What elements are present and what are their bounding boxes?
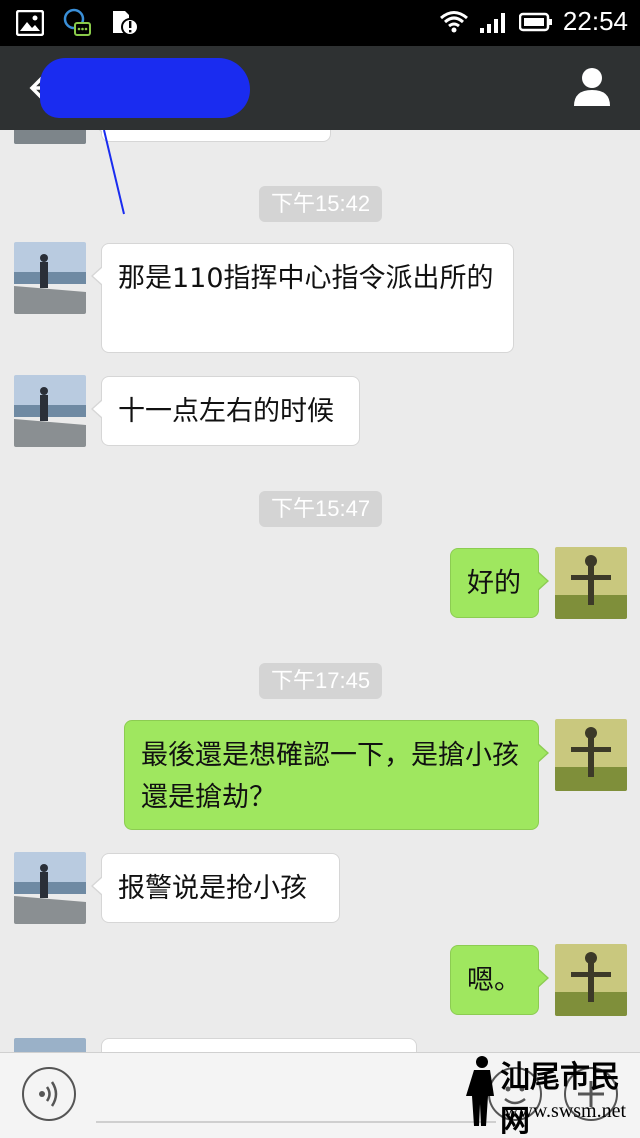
contact-avatar[interactable] bbox=[14, 242, 86, 314]
image-notification-icon bbox=[16, 10, 44, 36]
contact-avatar[interactable] bbox=[14, 852, 86, 924]
contact-avatar[interactable] bbox=[14, 1038, 86, 1052]
my-avatar[interactable] bbox=[555, 719, 627, 791]
chat-header bbox=[0, 46, 640, 130]
message-bubble-partial[interactable] bbox=[101, 1038, 417, 1052]
incoming-message[interactable]: 报警说是抢小孩 bbox=[91, 853, 340, 923]
timestamp: 下午17:45 bbox=[259, 663, 383, 699]
watermark-text: 汕尾市民网 bbox=[500, 1060, 620, 1138]
person-icon[interactable] bbox=[570, 64, 614, 108]
incoming-message[interactable]: 那是110指挥中心指令派出所的 bbox=[91, 243, 514, 353]
signal-icon bbox=[479, 12, 505, 33]
message-input[interactable] bbox=[96, 1067, 496, 1123]
scribble-line bbox=[103, 130, 125, 215]
timestamp: 下午15:47 bbox=[259, 491, 383, 527]
contact-avatar[interactable] bbox=[14, 375, 86, 447]
outgoing-message[interactable]: 嗯。 bbox=[450, 945, 549, 1015]
outgoing-message[interactable]: 好的 bbox=[450, 548, 549, 618]
battery-icon bbox=[518, 12, 552, 31]
wifi-icon bbox=[439, 10, 468, 32]
chat-history[interactable]: 下午15:42 那是110指挥中心指令派出所的 十一点左右的时候 下午15:47… bbox=[0, 130, 640, 1052]
my-avatar[interactable] bbox=[555, 944, 627, 1016]
incoming-message[interactable]: 十一点左右的时候 bbox=[91, 376, 360, 446]
clock: 22:54 bbox=[562, 6, 628, 36]
system-icons: 22:54 bbox=[439, 6, 628, 37]
sd-card-alert-icon bbox=[113, 11, 139, 36]
my-avatar[interactable] bbox=[555, 547, 627, 619]
voice-button[interactable] bbox=[22, 1067, 76, 1121]
timestamp: 下午15:42 bbox=[259, 186, 383, 222]
notification-icons bbox=[16, 8, 140, 38]
status-bar: 22:54 bbox=[0, 0, 640, 46]
contact-name-redaction bbox=[40, 58, 250, 118]
chat-notification-icon bbox=[63, 8, 91, 36]
watermark-figure bbox=[466, 1056, 494, 1126]
watermark: 汕尾市民网 www.swsm.net bbox=[464, 1052, 634, 1138]
outgoing-message[interactable]: 最後還是想確認一下，是搶小孩還是搶劫？ bbox=[124, 720, 549, 830]
watermark-url: www.swsm.net bbox=[504, 1100, 627, 1122]
voice-icon bbox=[39, 1081, 58, 1107]
